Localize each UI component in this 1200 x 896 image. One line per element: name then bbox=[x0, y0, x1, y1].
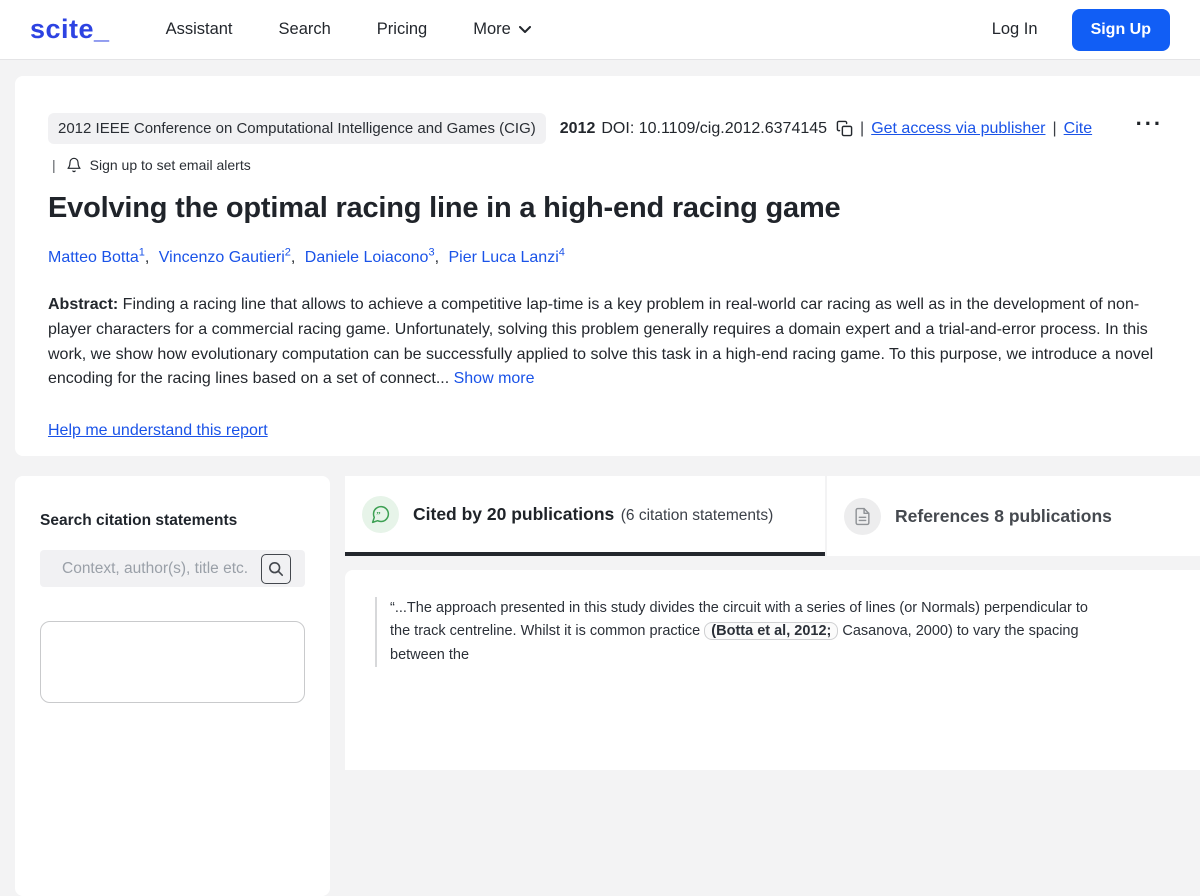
abstract-label: Abstract: bbox=[48, 296, 119, 314]
login-link[interactable]: Log In bbox=[992, 20, 1038, 39]
author-affiliation-sup: 3 bbox=[428, 247, 435, 259]
sidebar-heading: Search citation statements bbox=[40, 512, 238, 529]
author-name: Daniele Loiacono bbox=[304, 249, 429, 267]
copy-doi-icon[interactable] bbox=[836, 120, 853, 137]
citation-tabs: ” Cited by 20 publications (6 citation s… bbox=[345, 476, 1200, 556]
search-icon bbox=[268, 561, 284, 577]
separator: | bbox=[1052, 119, 1057, 137]
document-icon bbox=[844, 497, 881, 535]
author-name: Vincenzo Gautieri bbox=[158, 249, 285, 267]
inline-citation-pill[interactable]: (Botta et al, 2012; bbox=[704, 622, 839, 641]
svg-text:”: ” bbox=[376, 509, 380, 519]
abstract-text: Finding a racing line that allows to ach… bbox=[48, 296, 1154, 388]
nav-more[interactable]: More bbox=[473, 20, 531, 39]
chevron-down-icon bbox=[518, 25, 531, 34]
top-navigation-bar: scite_ Assistant Search Pricing More Log… bbox=[0, 0, 1200, 60]
author-link[interactable]: Vincenzo Gautieri2 bbox=[158, 247, 291, 267]
citation-search-sidebar: Search citation statements bbox=[15, 476, 330, 896]
email-alerts-row: | Sign up to set email alerts bbox=[48, 157, 1175, 173]
bell-icon bbox=[66, 157, 82, 173]
email-alerts-link[interactable]: Sign up to set email alerts bbox=[90, 157, 251, 173]
tab-cited-by[interactable]: ” Cited by 20 publications (6 citation s… bbox=[345, 476, 825, 556]
citation-search-box bbox=[40, 550, 305, 587]
publication-year: 2012 bbox=[559, 119, 596, 137]
doi-text: DOI: 10.1109/cig.2012.6374145 bbox=[601, 119, 828, 137]
venue-badge[interactable]: 2012 IEEE Conference on Computational In… bbox=[48, 113, 546, 144]
help-understand-link[interactable]: Help me understand this report bbox=[48, 422, 268, 440]
citation-search-button[interactable] bbox=[261, 553, 291, 584]
separator: , bbox=[434, 249, 440, 267]
author-affiliation-sup: 1 bbox=[138, 247, 145, 259]
citation-search-input[interactable] bbox=[40, 558, 261, 579]
tab-references[interactable]: References 8 publications bbox=[827, 476, 1200, 556]
nav-search[interactable]: Search bbox=[279, 20, 331, 39]
cited-by-label: Cited by 20 publications bbox=[413, 503, 615, 524]
overflow-menu-button[interactable]: ... bbox=[1136, 107, 1175, 129]
citation-statements-panel: “...The approach presented in this study… bbox=[345, 570, 1200, 770]
nav-assistant[interactable]: Assistant bbox=[166, 20, 233, 39]
separator: | bbox=[860, 119, 865, 137]
nav-pricing[interactable]: Pricing bbox=[377, 20, 427, 39]
paper-title: Evolving the optimal racing line in a hi… bbox=[48, 192, 841, 224]
abstract: Abstract: Finding a racing line that all… bbox=[48, 293, 1156, 391]
citation-filter-box[interactable] bbox=[40, 621, 305, 703]
nav-more-label: More bbox=[473, 20, 511, 38]
scite-logo[interactable]: scite_ bbox=[30, 14, 110, 45]
main-nav: Assistant Search Pricing More bbox=[166, 20, 531, 39]
separator: , bbox=[290, 249, 296, 267]
author-link[interactable]: Matteo Botta1 bbox=[48, 247, 145, 267]
signup-button[interactable]: Sign Up bbox=[1071, 8, 1170, 51]
citation-statement-count: (6 citation statements) bbox=[620, 506, 774, 524]
paper-card: 2012 IEEE Conference on Computational In… bbox=[15, 76, 1200, 456]
references-label: References 8 publications bbox=[895, 505, 1112, 526]
paper-meta-row: 2012 IEEE Conference on Computational In… bbox=[48, 107, 1175, 144]
author-link[interactable]: Pier Luca Lanzi4 bbox=[448, 247, 565, 267]
auth-actions: Log In Sign Up bbox=[992, 8, 1170, 51]
cite-link[interactable]: Cite bbox=[1064, 120, 1092, 138]
get-access-link[interactable]: Get access via publisher bbox=[871, 120, 1045, 138]
show-more-link[interactable]: Show more bbox=[454, 370, 535, 387]
author-link[interactable]: Daniele Loiacono3 bbox=[304, 247, 435, 267]
citation-statement-quote: “...The approach presented in this study… bbox=[375, 597, 1105, 667]
authors-row: Matteo Botta1, Vincenzo Gautieri2, Danie… bbox=[48, 247, 1175, 267]
author-affiliation-sup: 2 bbox=[284, 247, 291, 259]
author-name: Pier Luca Lanzi bbox=[448, 249, 559, 267]
citation-quote-icon: ” bbox=[362, 495, 399, 533]
separator: | bbox=[52, 157, 56, 173]
separator: , bbox=[144, 249, 150, 267]
author-affiliation-sup: 4 bbox=[558, 247, 565, 259]
author-name: Matteo Botta bbox=[48, 249, 139, 267]
